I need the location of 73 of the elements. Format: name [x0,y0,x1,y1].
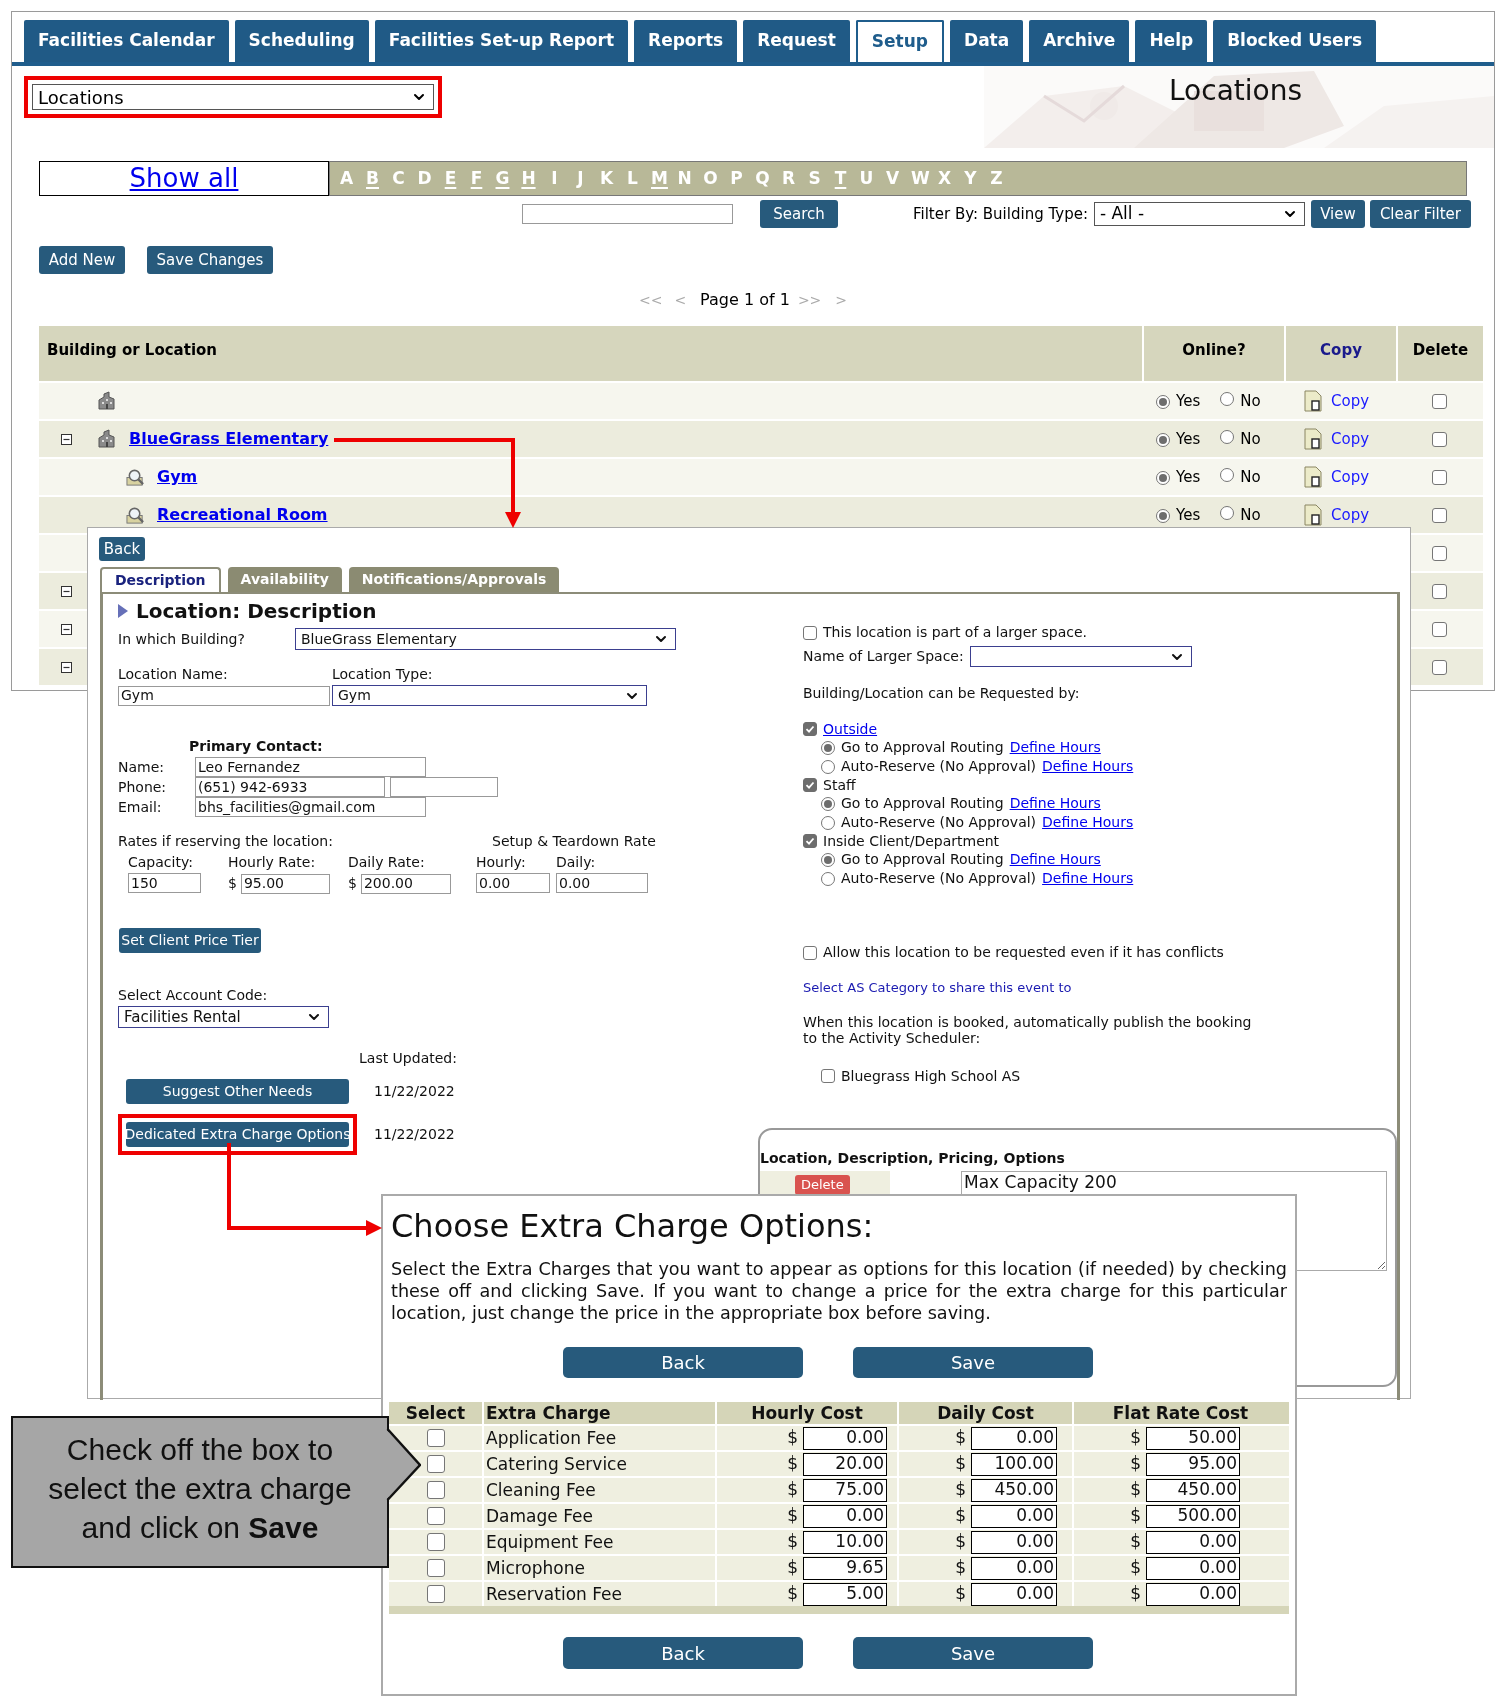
currency-symbol: $ [1130,1478,1141,1502]
checkbox-label: Staff [823,775,856,795]
box-title: Location, Description, Pricing, Options [760,1149,1066,1168]
radio-label: Go to Approval Routing [841,738,1004,757]
dialog-title: Choose Extra Charge Options: [391,1206,875,1246]
currency-symbol: $ [1130,1582,1141,1606]
checkbox-label: Allow this location to be requested even if it has conflicts [823,943,1224,962]
currency-symbol: $ [348,874,357,893]
currency-symbol: $ [1130,1426,1141,1450]
page-title: Locations [1169,73,1302,109]
currency-symbol: $ [1130,1556,1141,1580]
currency-symbol: $ [1130,1452,1141,1476]
currency-symbol: $ [955,1504,966,1528]
field-label: Location Type: [332,665,433,684]
field-label: In which Building? [118,629,246,649]
field-label: Hourly Rate: [228,853,317,872]
radio-label: Go to Approval Routing [841,850,1004,869]
currency-symbol: $ [1130,1530,1141,1554]
radio-label: No [1240,390,1261,412]
section-heading: Location: Description [136,598,377,625]
field-label: Select Account Code: [118,986,269,1005]
field-label: Last Updated: [359,1049,458,1068]
column-header: Select [404,1402,467,1424]
currency-symbol: $ [955,1582,966,1606]
currency-symbol: $ [955,1426,966,1450]
currency-symbol: $ [955,1452,966,1476]
field-label: Email: [118,797,163,817]
radio-label: Go to Approval Routing [841,794,1004,813]
currency-symbol: $ [787,1556,798,1580]
checkbox-label: Bluegrass High School AS [841,1066,1021,1086]
contact-heading: Primary Contact: [189,737,324,756]
filter-label: Filter By: Building Type: [913,203,1088,225]
currency-symbol: $ [228,874,237,893]
field-label: Location Name: [118,665,229,684]
currency-symbol: $ [787,1582,798,1606]
currency-symbol: $ [787,1426,798,1450]
field-label: Hourly: [476,853,527,872]
last-updated-date: 11/22/2022 [374,1125,455,1144]
radio-label: Yes [1176,504,1201,526]
currency-symbol: $ [955,1478,966,1502]
page-indicator: Page 1 of 1 [700,289,790,311]
currency-symbol: $ [1130,1504,1141,1528]
field-label: Daily: [556,853,597,872]
column-header: Building or Location [46,340,218,361]
field-label: Name of Larger Space: [803,647,964,666]
checkbox-label: Inside Client/Department [823,831,1000,851]
field-label: Name: [118,757,166,777]
publish-text: When this location is booked, automatically publish the booking to the Activity Scheduler: [803,1013,1253,1046]
currency-symbol: $ [955,1556,966,1580]
currency-symbol: $ [787,1452,798,1476]
dialog-intro: Select the Extra Charges that you want to appear as options for this location (if needed) by checking these off and clicking Save. If you want to change a price for the extra charge for this particular location, just change the price in the appropriate box before saving. [391,1258,1287,1324]
radio-label: No [1240,466,1261,488]
radio-label: Auto-Reserve (No Approval) [841,757,1037,776]
radio-label: Yes [1176,428,1201,450]
section-label: Rates if reserving the location: [118,832,334,851]
radio-label: Auto-Reserve (No Approval) [841,869,1037,888]
callout: Check off the box to select the extra charge and click on Save [11,1416,389,1568]
radio-label: Yes [1176,390,1201,412]
currency-symbol: $ [787,1530,798,1554]
currency-symbol: $ [787,1504,798,1528]
currency-symbol: $ [787,1478,798,1502]
checkbox-label: This location is part of a larger space. [823,623,1088,642]
radio-label: Yes [1176,466,1201,488]
field-label: Phone: [118,777,168,797]
last-updated-date: 11/22/2022 [374,1082,455,1101]
currency-symbol: $ [955,1530,966,1554]
radio-label: No [1240,428,1261,450]
radio-label: No [1240,504,1261,526]
field-label: Capacity: [128,853,194,872]
field-label: Daily Rate: [348,853,426,872]
section-label: Building/Location can be Requested by: [803,684,1081,703]
section-label: Setup & Teardown Rate [492,832,656,851]
radio-label: Auto-Reserve (No Approval) [841,813,1037,832]
